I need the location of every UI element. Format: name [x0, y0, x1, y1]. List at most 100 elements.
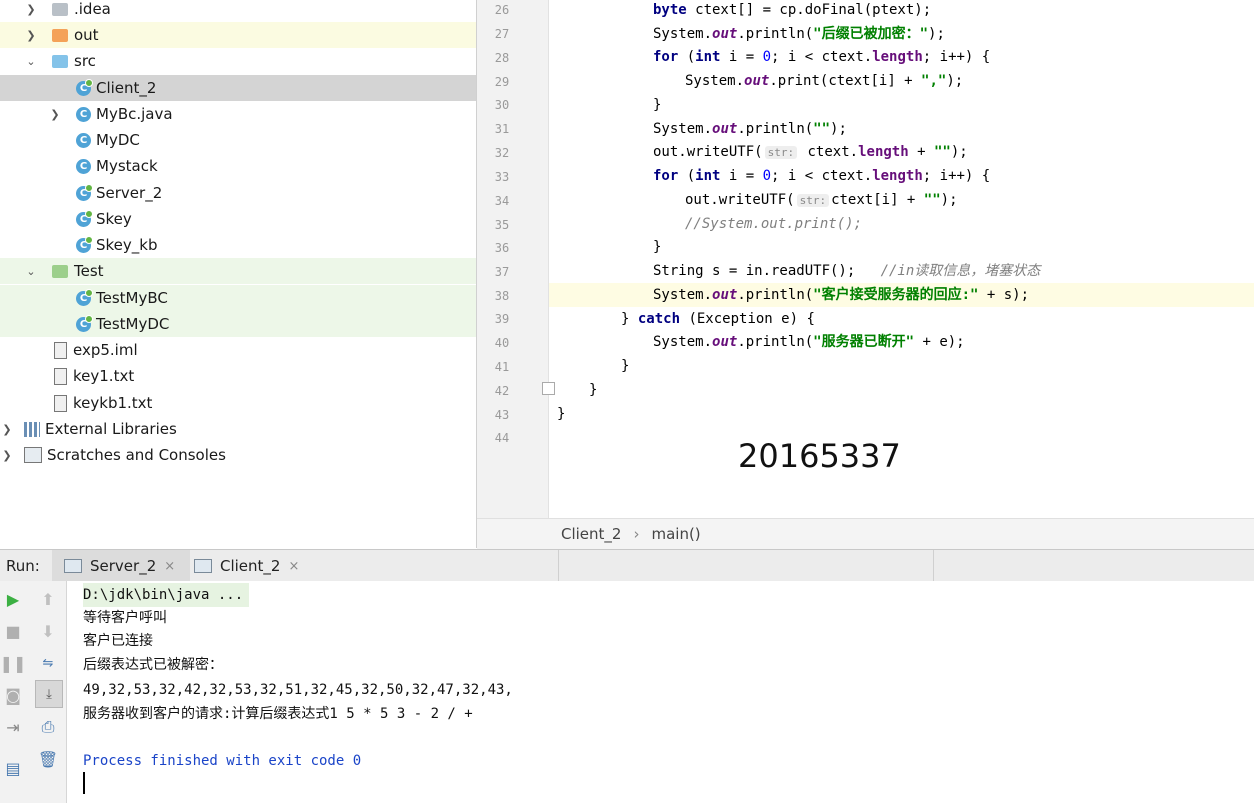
- folder-icon: [52, 2, 68, 16]
- class-icon: C: [76, 209, 93, 227]
- tree-item-label: MyDC: [96, 131, 140, 149]
- tree-item-label: TestMyBC: [96, 289, 168, 307]
- console-line: 49,32,53,32,42,32,53,32,51,32,45,32,50,3…: [83, 682, 513, 698]
- tree-item-exp5-iml[interactable]: exp5.iml: [0, 337, 476, 363]
- down-arrow-icon[interactable]: ⬇: [35, 618, 61, 644]
- chevron-right-icon[interactable]: ❯: [0, 423, 14, 436]
- tree-item-skey[interactable]: C Skey: [0, 206, 476, 232]
- scratches-icon: [24, 447, 42, 463]
- text-cursor: [83, 772, 85, 794]
- up-arrow-icon[interactable]: ⬆: [35, 586, 61, 612]
- tab-client2[interactable]: Client_2 ×: [190, 550, 314, 582]
- chevron-right-icon[interactable]: ❯: [24, 29, 38, 42]
- code-line: byte ctext[] = cp.doFinal(ptext);: [653, 2, 932, 18]
- project-tree-panel: ❯ .idea ❯ out ⌄ src C Client_2 ❯ C MyBc.java C…: [0, 0, 477, 548]
- tree-item-label: Mystack: [96, 157, 158, 175]
- line-number: 31: [494, 122, 510, 136]
- pause-icon[interactable]: ❚❚: [0, 650, 26, 676]
- console-line: 客户已连接: [83, 633, 153, 649]
- tab-label: Server_2: [90, 557, 157, 575]
- folder-icon: [52, 28, 68, 42]
- tree-item-client2[interactable]: C Client_2: [0, 75, 476, 101]
- divider: [933, 550, 934, 582]
- chevron-down-icon[interactable]: ⌄: [24, 265, 38, 278]
- stop-icon[interactable]: ■: [0, 618, 26, 644]
- class-icon: C: [76, 288, 93, 306]
- class-icon: C: [76, 158, 91, 174]
- console-line: 等待客户呼叫: [83, 610, 167, 626]
- tree-item-key1[interactable]: key1.txt: [0, 363, 476, 389]
- code-line: }: [589, 382, 598, 398]
- tree-item-testmydc[interactable]: C TestMyDC: [0, 311, 476, 337]
- tree-item-out[interactable]: ❯ out: [0, 22, 476, 48]
- tree-item-label: out: [74, 26, 99, 44]
- breadcrumb-class[interactable]: Client_2: [561, 525, 621, 543]
- trash-icon[interactable]: 🗑: [35, 746, 61, 772]
- breadcrumb-method[interactable]: main(): [651, 525, 700, 543]
- tree-item-label: MyBc.java: [96, 105, 173, 123]
- class-icon: C: [76, 106, 91, 122]
- tree-item-external-libraries[interactable]: ❯ External Libraries: [0, 416, 476, 442]
- code-line: out.writeUTF(str: ctext[i] + "");: [685, 192, 958, 208]
- console-line: 服务器收到客户的请求:计算后缀表达式1 5 * 5 3 - 2 / +: [83, 706, 473, 722]
- tree-item-keykb1[interactable]: keykb1.txt: [0, 390, 476, 416]
- chevron-right-icon[interactable]: ❯: [48, 108, 62, 121]
- tree-item-mydc[interactable]: C MyDC: [0, 127, 476, 153]
- tree-item-scratches[interactable]: ❯ Scratches and Consoles: [0, 442, 476, 468]
- code-line: for (int i = 0; i < ctext.length; i++) {: [653, 168, 991, 184]
- line-number: 33: [494, 170, 510, 184]
- code-line: //System.out.print();: [685, 216, 863, 232]
- code-line: }: [653, 239, 662, 255]
- file-icon: [54, 341, 67, 359]
- tree-item-label: Scratches and Consoles: [47, 446, 226, 464]
- line-number: 43: [494, 408, 510, 422]
- tree-item-label: src: [74, 52, 96, 70]
- tree-item-test[interactable]: ⌄ Test: [0, 258, 476, 284]
- code-line: System.out.println("后缀已被加密：");: [653, 26, 945, 42]
- tree-item-label: Skey: [96, 210, 132, 228]
- console-line-exit: Process finished with exit code 0: [83, 753, 362, 769]
- tree-item-skey-kb[interactable]: C Skey_kb: [0, 232, 476, 258]
- code-line: }: [653, 97, 662, 113]
- chevron-right-icon[interactable]: ❯: [24, 3, 38, 16]
- rerun-icon[interactable]: ▶: [0, 586, 26, 612]
- line-number: 27: [494, 27, 510, 41]
- line-number: 42: [494, 384, 510, 398]
- console-line: 后缀表达式已被解密：: [83, 657, 223, 673]
- code-line: System.out.println("客户接受服务器的回应:" + s);: [653, 287, 1030, 303]
- chevron-down-icon[interactable]: ⌄: [24, 55, 38, 68]
- tree-item-label: Server_2: [96, 184, 163, 202]
- fold-icon[interactable]: [542, 382, 555, 395]
- divider: [558, 550, 559, 582]
- tree-item-label: key1.txt: [73, 367, 135, 385]
- layout-icon[interactable]: ▤: [0, 755, 26, 781]
- line-number: 41: [494, 360, 510, 374]
- breadcrumb-separator: ›: [633, 525, 640, 543]
- class-icon: C: [76, 314, 93, 332]
- tree-item-label: keykb1.txt: [73, 394, 153, 412]
- code-line: }: [621, 358, 630, 374]
- exit-icon[interactable]: ⇥: [0, 714, 26, 740]
- code-line: } catch (Exception e) {: [621, 311, 815, 327]
- tree-item-mybc[interactable]: ❯ C MyBc.java: [0, 101, 476, 127]
- tree-item-idea[interactable]: ❯ .idea: [0, 0, 476, 22]
- tree-item-label: .idea: [74, 0, 111, 18]
- tree-item-label: External Libraries: [45, 420, 177, 438]
- close-icon[interactable]: ×: [164, 559, 175, 574]
- tree-item-mystack[interactable]: C Mystack: [0, 153, 476, 179]
- close-icon[interactable]: ×: [288, 559, 299, 574]
- code-line: System.out.println("");: [653, 121, 847, 137]
- print-icon[interactable]: ⎙: [35, 714, 61, 740]
- tree-item-server2[interactable]: C Server_2: [0, 180, 476, 206]
- chevron-right-icon[interactable]: ❯: [0, 449, 14, 462]
- scroll-to-end-icon[interactable]: ⤓: [35, 680, 63, 708]
- tree-item-src[interactable]: ⌄ src: [0, 48, 476, 74]
- line-number: 39: [494, 312, 510, 326]
- soft-wrap-icon[interactable]: ⇋: [35, 650, 61, 676]
- tab-server2[interactable]: Server_2 ×: [52, 550, 190, 582]
- class-icon: C: [76, 132, 91, 148]
- tree-item-testmybc[interactable]: C TestMyBC: [0, 285, 476, 311]
- camera-icon[interactable]: ◙: [0, 682, 26, 708]
- tree-item-label: Client_2: [96, 79, 157, 97]
- folder-icon: [52, 54, 68, 68]
